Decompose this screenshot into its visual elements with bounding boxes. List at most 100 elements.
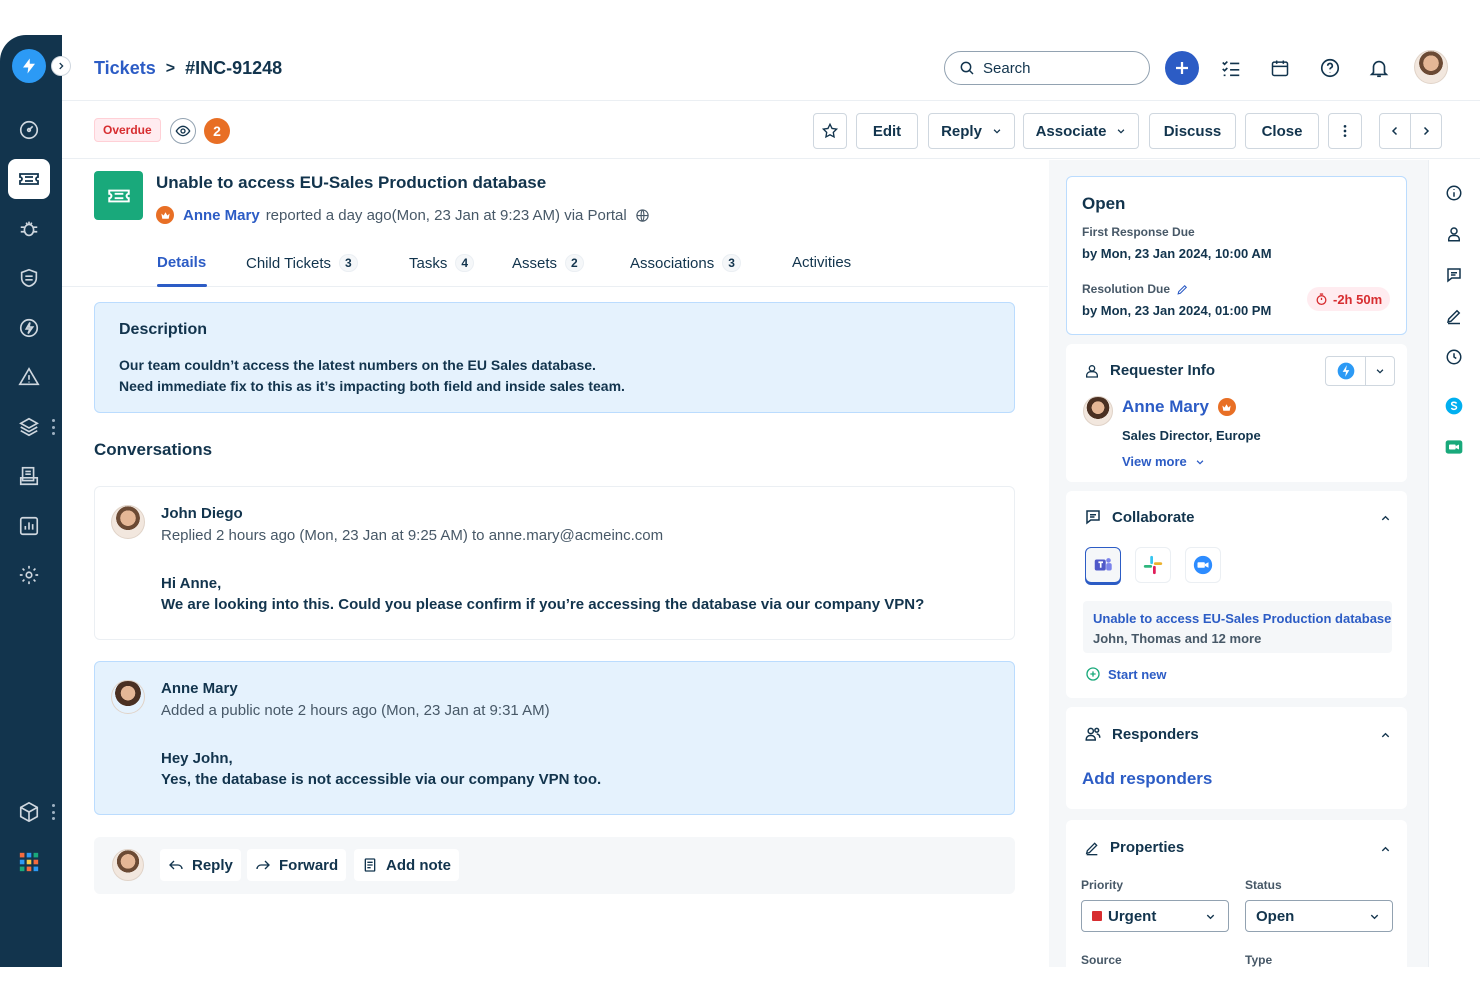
chevron-down-icon[interactable] [1366, 357, 1394, 385]
todo-list-icon[interactable] [1218, 55, 1244, 81]
help-icon[interactable] [1317, 55, 1343, 81]
priority-select[interactable]: Urgent [1081, 900, 1229, 932]
meet-icon[interactable] [1443, 436, 1465, 458]
watch-eye-icon[interactable] [170, 118, 196, 144]
properties-header: Properties [1084, 839, 1184, 856]
zoom-icon[interactable] [1185, 547, 1221, 583]
reply-label: Reply [192, 856, 233, 874]
requester-link[interactable]: Anne Mary [183, 207, 260, 224]
apps-grid-icon[interactable] [8, 842, 50, 882]
requester-name-link[interactable]: Anne Mary [1122, 397, 1209, 417]
more-dots-icon[interactable] [52, 804, 56, 820]
properties-heading: Properties [1110, 839, 1185, 856]
reports-icon[interactable] [8, 506, 50, 546]
breadcrumb-current: #INC-91248 [185, 58, 283, 78]
dashboard-icon[interactable] [8, 110, 50, 150]
info-icon[interactable] [1443, 182, 1465, 204]
teams-icon[interactable] [1085, 547, 1121, 583]
requester-role: Sales Director, Europe [1122, 428, 1261, 443]
edit-icon[interactable] [1443, 305, 1465, 327]
layers-icon[interactable] [8, 407, 50, 447]
status-select[interactable]: Open [1245, 900, 1393, 932]
calendar-icon[interactable] [1267, 55, 1293, 81]
tab-assets[interactable]: Assets 2 [512, 254, 584, 272]
tab-tasks[interactable]: Tasks 4 [409, 254, 475, 272]
notifications-bell-icon[interactable] [1366, 55, 1392, 81]
description-panel: Description Our team couldn’t access the… [94, 302, 1015, 413]
collab-thread-card[interactable]: Unable to access EU-Sales Production dat… [1083, 601, 1392, 653]
shield-icon[interactable] [8, 258, 50, 298]
person-icon [1086, 364, 1098, 378]
collab-thread-people: John, Thomas and 12 more [1093, 631, 1262, 646]
tab-details[interactable]: Details [157, 254, 206, 271]
chat-icon[interactable] [1443, 264, 1465, 286]
tab-count-badge: 3 [339, 254, 358, 272]
slack-icon[interactable] [1135, 547, 1171, 583]
overdue-badge: Overdue [94, 118, 161, 142]
add-note-label: Add note [386, 856, 451, 874]
ticket-tabs: Details Child Tickets 3 Tasks 4 Assets 2… [62, 240, 1048, 287]
description-heading: Description [119, 321, 208, 338]
more-dots-icon[interactable] [52, 419, 56, 435]
priority-label: Priority [1081, 878, 1124, 892]
pencil-icon [1085, 841, 1098, 855]
requester-info-heading: Requester Info [1110, 362, 1216, 379]
ticket-meta-text: reported a day ago(Mon, 23 Jan at 9:23 A… [265, 206, 627, 224]
conversations-heading: Conversations [94, 440, 213, 459]
conversation-body-line: We are looking into this. Could you plea… [161, 596, 925, 613]
view-more-link[interactable]: View more [1122, 454, 1205, 469]
freshdesk-bolt-icon[interactable] [1326, 357, 1366, 385]
start-new-button[interactable]: Start new [1085, 666, 1167, 682]
associate-dropdown-button[interactable]: Associate [1023, 113, 1139, 149]
create-new-button[interactable] [1165, 51, 1199, 85]
edit-button[interactable]: Edit [856, 113, 918, 149]
breadcrumb-tickets-link[interactable]: Tickets [94, 58, 156, 79]
ticket-status: Open [1082, 194, 1126, 213]
cube-icon[interactable] [8, 792, 50, 832]
star-button[interactable] [813, 113, 847, 149]
settings-icon[interactable] [8, 555, 50, 595]
tab-label: Child Tickets [246, 254, 332, 272]
user-avatar[interactable] [1414, 50, 1448, 84]
add-responders-link[interactable]: Add responders [1082, 769, 1212, 789]
tab-activities[interactable]: Activities [792, 254, 851, 271]
watchers-count-badge[interactable]: 2 [204, 118, 230, 144]
reply-dropdown-button[interactable]: Reply [928, 113, 1015, 149]
alert-icon[interactable] [8, 357, 50, 397]
close-ticket-button[interactable]: Close [1245, 113, 1319, 149]
forward-button[interactable]: Forward [247, 849, 347, 881]
skype-icon[interactable] [1443, 395, 1465, 417]
forward-label: Forward [279, 856, 339, 874]
expand-nav-button[interactable] [51, 56, 71, 76]
logo-bolt-icon[interactable] [12, 49, 46, 83]
responders-header: Responders [1084, 725, 1199, 743]
more-actions-button[interactable] [1328, 113, 1362, 149]
reply-button[interactable]: Reply [160, 849, 241, 881]
responders-card: Responders Add responders [1066, 707, 1407, 809]
globe-icon [636, 208, 649, 222]
add-note-button[interactable]: Add note [354, 849, 459, 881]
tab-count-badge: 2 [565, 254, 584, 272]
clock-icon[interactable] [1443, 346, 1465, 368]
tickets-icon[interactable] [8, 159, 50, 199]
tab-associations[interactable]: Associations 3 [630, 254, 741, 272]
vip-crown-icon [1217, 398, 1236, 416]
previous-ticket-button[interactable] [1379, 113, 1411, 149]
note-icon [364, 858, 376, 872]
first-response-value: by Mon, 23 Jan 2024, 10:00 AM [1082, 246, 1272, 261]
person-icon[interactable] [1443, 223, 1465, 245]
inbox-icon[interactable] [8, 456, 50, 496]
lightning-icon[interactable] [8, 308, 50, 348]
tab-child-tickets[interactable]: Child Tickets 3 [246, 254, 358, 272]
chevron-up-icon[interactable] [1377, 727, 1393, 743]
pencil-icon[interactable] [1176, 283, 1189, 296]
bug-icon[interactable] [8, 209, 50, 249]
next-ticket-button[interactable] [1410, 113, 1442, 149]
status-value: Open [1256, 907, 1295, 925]
discuss-button[interactable]: Discuss [1149, 113, 1236, 149]
search-input[interactable]: Search [944, 51, 1150, 85]
chevron-up-icon[interactable] [1377, 841, 1393, 857]
chevron-down-icon [1370, 914, 1379, 920]
chevron-up-icon[interactable] [1377, 510, 1393, 526]
discuss-button-label: Discuss [1163, 122, 1222, 140]
